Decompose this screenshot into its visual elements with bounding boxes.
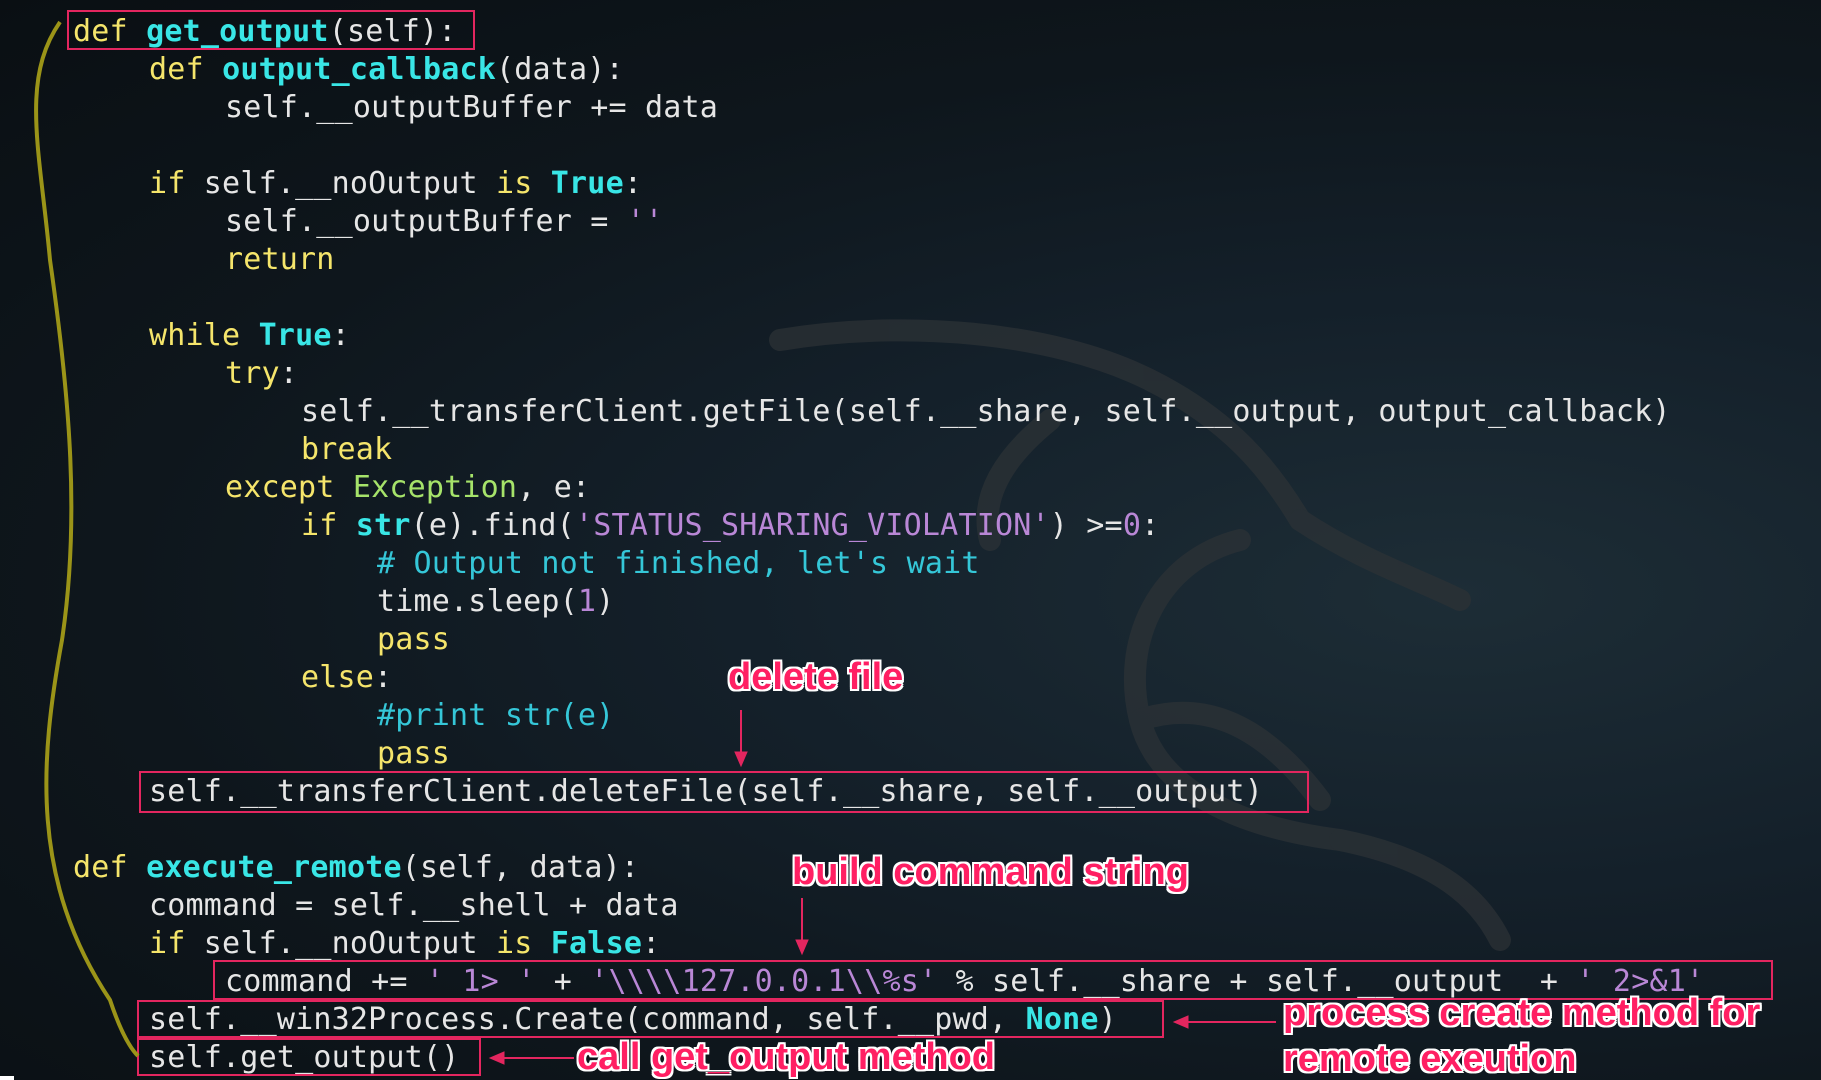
code-line-10: break: [301, 431, 392, 469]
code-line-11: except Exception, e:: [225, 469, 590, 507]
code-line-6: return: [225, 241, 335, 279]
code-line-7: while True:: [149, 317, 350, 355]
corner-marker: [0, 1076, 14, 1080]
keyword-token: except: [225, 470, 335, 505]
exception-token: Exception: [352, 470, 518, 505]
arrow-delete-file-icon: [734, 710, 748, 768]
comment-token: #print str(e): [377, 698, 615, 733]
code-token: :: [623, 166, 643, 201]
function-name-token: execute_remote: [146, 850, 402, 885]
highlight-box-process-create: [137, 1000, 1164, 1038]
keyword-token: def: [73, 850, 128, 885]
code-token: :: [1141, 508, 1160, 543]
code-line-14: time.sleep(1): [377, 583, 614, 621]
comment-token: # Output not finished, let's wait: [377, 546, 980, 581]
keyword-token: return: [225, 242, 335, 277]
keyword-token: pass: [377, 736, 451, 771]
function-name-token: output_callback: [222, 52, 496, 87]
code-line-12: if str(e).find('STATUS_SHARING_VIOLATION…: [301, 507, 1159, 545]
highlight-box-delete-file: [139, 771, 1309, 813]
flow-bracket-icon: [34, 20, 140, 1058]
keyword-token: is: [495, 166, 533, 201]
code-line-15: pass: [377, 621, 450, 659]
builtin-token: False: [550, 926, 643, 961]
annotation-process-create-line1: process create method for: [1283, 992, 1761, 1034]
code-token: command = self.__shell + data: [149, 888, 679, 923]
keyword-token: break: [301, 432, 393, 467]
arrow-call-get-output-icon: [488, 1051, 574, 1065]
code-token: :: [331, 318, 350, 353]
code-line-16: else:: [301, 659, 392, 697]
code-line-13: # Output not finished, let's wait: [377, 545, 980, 583]
highlight-box-call-get-output: [137, 1038, 481, 1076]
code-token: self.__outputBuffer += data: [225, 90, 719, 125]
annotation-build-command: build command string: [792, 851, 1189, 893]
code-line-3: self.__outputBuffer += data: [225, 89, 718, 127]
keyword-token: if: [149, 926, 186, 961]
string-token: '': [626, 204, 664, 239]
keyword-token: else: [301, 660, 375, 695]
keyword-token: is: [495, 926, 533, 961]
code-token: :: [374, 660, 393, 695]
code-line-8: try:: [225, 355, 298, 393]
code-token: time.sleep(: [377, 584, 578, 619]
builtin-token: True: [550, 166, 624, 201]
arrow-process-create-icon: [1172, 1015, 1276, 1029]
keyword-token: try: [225, 356, 280, 391]
code-token: self.__transferClient.getFile(self.__sha…: [301, 394, 1671, 429]
code-line-22: if self.__noOutput is False:: [149, 925, 660, 963]
code-token: self.__noOutput: [185, 166, 496, 201]
keyword-token: pass: [377, 622, 451, 657]
keyword-token: def: [149, 52, 204, 87]
annotation-delete-file: delete file: [728, 656, 904, 698]
code-line-18: pass: [377, 735, 450, 773]
number-token: 1: [577, 584, 597, 619]
number-token: 0: [1122, 508, 1142, 543]
keyword-token: if: [301, 508, 338, 543]
builtin-token: str: [355, 508, 411, 543]
highlight-box-get-output-def: [67, 10, 475, 50]
code-line-20: def execute_remote(self, data):: [73, 849, 639, 887]
code-token: self.__outputBuffer =: [225, 204, 627, 239]
code-token: (data):: [496, 52, 624, 87]
keyword-token: if: [149, 166, 186, 201]
keyword-token: while: [149, 318, 241, 353]
code-line-2: def output_callback(data):: [149, 51, 624, 89]
string-token: 'STATUS_SHARING_VIOLATION': [574, 508, 1050, 543]
code-editor: def get_output(self): def output_callbac…: [0, 0, 1821, 1080]
code-token: , e:: [517, 470, 591, 505]
code-token: (self, data):: [401, 850, 640, 885]
code-line-4: if self.__noOutput is True:: [149, 165, 642, 203]
code-token: self.__noOutput: [185, 926, 496, 961]
code-line-5: self.__outputBuffer = '': [225, 203, 663, 241]
code-token: ) >=: [1049, 508, 1123, 543]
annotation-call-get-output: call get_output method: [577, 1036, 995, 1078]
code-token: :: [279, 356, 299, 391]
code-line-21: command = self.__shell + data: [149, 887, 679, 925]
code-token: (e).find(: [410, 508, 575, 543]
annotation-process-create-line2: remote exeution: [1283, 1038, 1577, 1080]
builtin-token: True: [258, 318, 332, 353]
code-line-9: self.__transferClient.getFile(self.__sha…: [301, 393, 1671, 431]
code-token: ): [596, 584, 615, 619]
code-line-17: #print str(e): [377, 697, 614, 735]
code-token: :: [642, 926, 661, 961]
arrow-build-command-icon: [795, 898, 809, 956]
